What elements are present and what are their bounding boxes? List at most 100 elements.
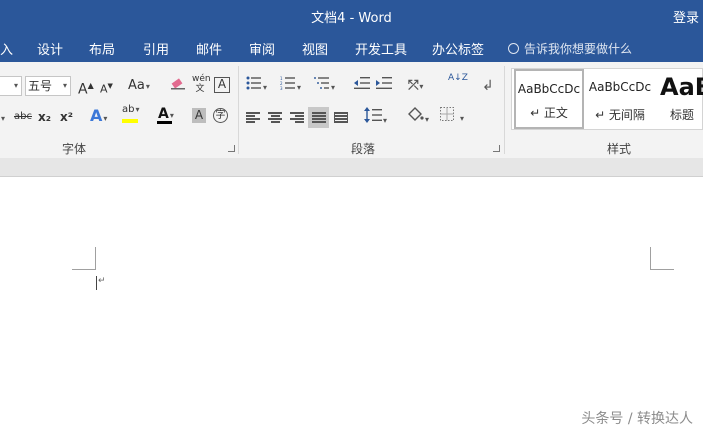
grow-font-button[interactable]: A▲ [78,76,94,98]
char-border-button[interactable]: A [214,77,230,93]
char-shading-button[interactable]: A [192,108,206,123]
chevron-down-icon: ▾ [62,81,67,90]
style-preview: AaB [660,73,703,101]
superscript-button[interactable]: x² [60,107,73,127]
borders-button[interactable]: ▾ [440,107,464,127]
chevron-down-icon: ▾ [13,81,18,90]
style-normal[interactable]: AaBbCcDc ↵ 正文 [514,69,584,129]
multilevel-list-icon [314,77,329,89]
sort-button[interactable]: A↓Z [448,74,468,94]
font-color-bar [157,121,172,124]
increase-indent-button[interactable] [376,76,392,96]
char-shading-icon: A [194,108,204,122]
tab-developer[interactable]: 开发工具 [355,39,407,58]
shrink-font-icon: A [100,82,108,96]
subscript-icon: x₂ [38,110,51,124]
group-separator [504,66,505,154]
font-name-combo[interactable]: ▾ [0,76,22,96]
grow-font-icon: A [78,81,88,98]
change-case-icon: Aa [128,78,145,93]
tab-review[interactable]: 审阅 [249,39,275,58]
font-group-label: 字体 [62,142,87,156]
line-spacing-icon [364,107,382,123]
margin-corner-right [650,247,674,270]
align-center-button[interactable] [268,112,282,123]
strikethrough-button[interactable]: abc [14,107,32,127]
line-spacing-button[interactable]: ▾ [364,107,387,127]
style-name: 标题 [670,108,695,122]
eraser-icon [171,78,185,90]
show-marks-button[interactable]: ↲ [482,76,494,96]
decrease-indent-button[interactable] [354,76,370,96]
tab-layout[interactable]: 布局 [89,39,115,58]
highlight-icon: ab [122,104,135,115]
numbering-button[interactable]: 1 2 3 ▾ [280,76,301,96]
text-effects-button[interactable]: A▾ [90,106,107,126]
multilevel-list-button[interactable]: ▾ [314,76,335,96]
enclose-char-button[interactable]: 字 [213,108,228,123]
sort-icon: A↓Z [448,73,468,83]
style-name: ↵ 正文 [530,106,568,120]
bullets-button[interactable]: ▾ [246,76,267,96]
title-bar: 文档4 - Word 登录 [0,0,703,30]
watermark: 头条号 / 转换达人 [581,411,693,427]
paragraph-group-label: 段落 [351,142,376,156]
tab-mailings[interactable]: 邮件 [196,39,222,58]
font-dialog-launcher[interactable] [228,145,235,152]
font-size-value: 五号 [28,79,53,93]
lightbulb-icon [508,43,519,54]
tab-insert[interactable]: 入 [0,39,13,58]
tab-references[interactable]: 引用 [143,39,169,58]
tab-office-tab[interactable]: 办公标签 [432,39,484,58]
tell-me-box[interactable]: 告诉我你想要做什么 [508,40,632,57]
chinese-layout-button[interactable]: ⤱▾ [408,76,423,96]
tell-me-placeholder: 告诉我你想要做什么 [524,42,633,56]
phonetic-guide-button[interactable]: wén文 [192,74,211,94]
text-cursor [96,276,97,290]
style-heading1[interactable]: AaB 标题 [660,69,703,129]
char-border-icon: A [217,77,227,91]
tab-design[interactable]: 设计 [37,39,63,58]
ruler-gutter [0,158,703,177]
phonetic-guide-icon: wén文 [192,74,211,94]
tab-view[interactable]: 视图 [302,39,328,58]
numbering-icon: 123 [280,76,295,91]
decrease-indent-icon [354,77,370,89]
paragraph-mark-icon: ↲ [482,78,494,94]
styles-gallery: AaBbCcDc ↵ 正文 AaBbCcDc ↵ 无间隔 AaB 标题 [511,68,703,130]
clear-format-button[interactable] [170,76,186,96]
highlight-color-bar [122,119,138,123]
font-color-icon: A [158,106,169,122]
paint-bucket-icon [408,107,424,121]
text-effects-icon: A [90,106,103,125]
distributed-button[interactable] [334,112,348,123]
style-preview: AaBbCcDc [517,82,581,96]
enclose-char-icon: 字 [215,110,226,121]
paragraph-dialog-launcher[interactable] [493,145,500,152]
change-case-button[interactable]: Aa▾ [128,76,150,96]
shrink-font-button[interactable]: A▼ [100,76,113,96]
svg-text:3: 3 [280,86,283,90]
document-page[interactable] [0,177,703,432]
margin-corner-left [72,247,96,270]
paragraph-mark-icon: ↵ [98,276,106,286]
style-name: ↵ 无间隔 [595,108,645,122]
align-right-button[interactable] [290,112,304,123]
bullets-icon [246,76,261,90]
group-separator [238,66,239,154]
font-size-combo[interactable]: 五号 ▾ [25,76,71,96]
increase-indent-icon [376,77,392,89]
align-left-button[interactable] [246,112,260,123]
superscript-icon: x² [60,110,73,124]
login-link[interactable]: 登录 [673,7,699,26]
style-preview: AaBbCcDc [588,80,652,94]
styles-group-label: 样式 [607,142,632,156]
borders-icon [440,107,454,121]
underline-dropdown[interactable]: ▾ [0,107,5,127]
justify-icon [312,112,326,123]
chinese-layout-icon: ⤱ [408,78,419,93]
shading-button[interactable]: ▾ [406,106,429,126]
ribbon-tabs: 入 设计 布局 引用 邮件 审阅 视图 开发工具 办公标签 告诉我你想要做什么 [0,30,703,62]
style-no-spacing[interactable]: AaBbCcDc ↵ 无间隔 [588,69,652,129]
subscript-button[interactable]: x₂ [38,107,51,127]
